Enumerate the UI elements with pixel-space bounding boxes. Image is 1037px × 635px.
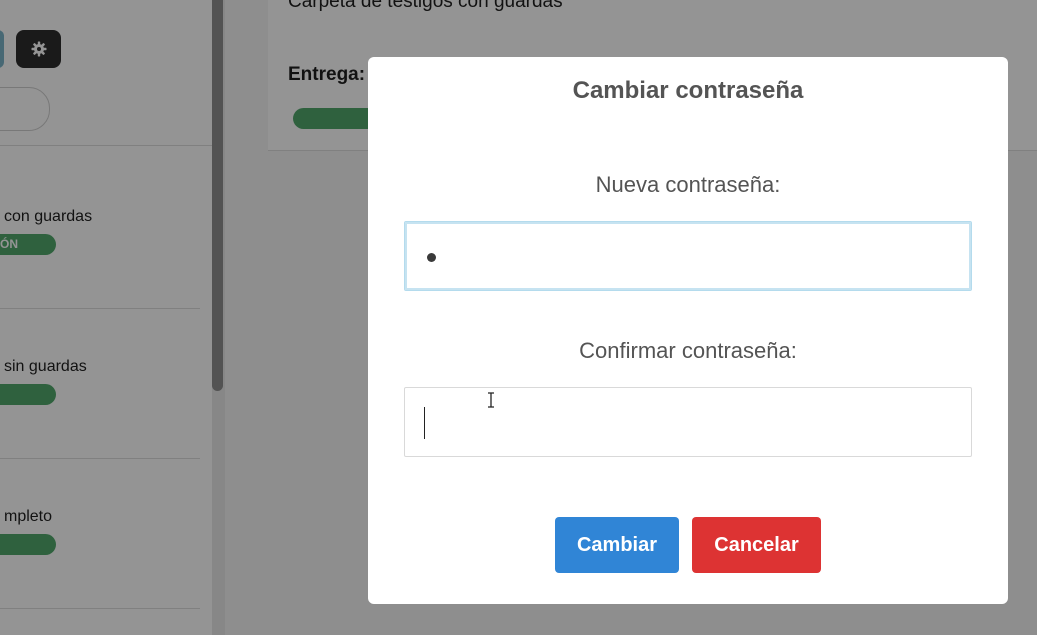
new-password-label: Nueva contraseña: <box>595 172 781 197</box>
ibeam-cursor-icon <box>488 392 494 408</box>
new-password-field[interactable] <box>404 221 972 291</box>
page: con guardas ÓN sin guardas mpleto Carpet… <box>0 0 1037 635</box>
confirm-password-label: Confirmar contraseña: <box>579 338 797 363</box>
confirm-button[interactable]: Cambiar <box>555 517 679 573</box>
cancel-button[interactable]: Cancelar <box>692 517 821 573</box>
change-password-dialog: Cambiar contraseña Nueva contraseña: Con… <box>368 57 1008 604</box>
password-mask-dot <box>427 253 436 262</box>
text-caret <box>424 407 425 439</box>
dialog-title: Cambiar contraseña <box>572 77 804 104</box>
